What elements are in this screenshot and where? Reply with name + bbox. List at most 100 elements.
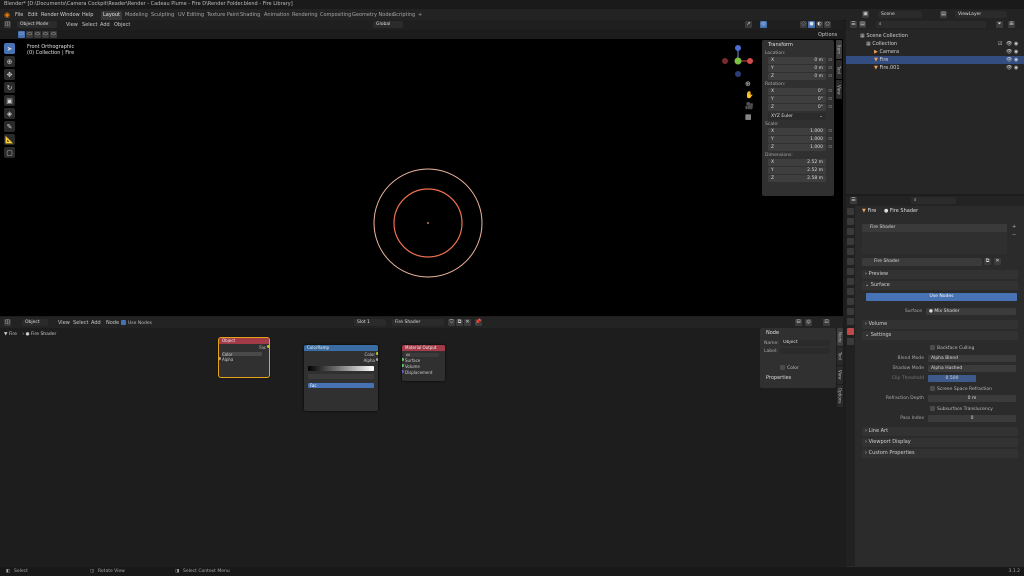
screen-space-refraction-checkbox[interactable]: Screen Space Refraction <box>930 386 992 392</box>
fire-object-wireframe[interactable] <box>0 39 843 316</box>
object-tab-icon[interactable] <box>847 268 854 275</box>
annotate-tool-icon[interactable]: ✎ <box>4 121 15 132</box>
move-tool-icon[interactable]: ✥ <box>4 69 15 80</box>
eye-icon[interactable]: 👁 <box>1006 40 1012 48</box>
viewport-menu-view[interactable]: View <box>66 22 78 28</box>
scale-y-field[interactable]: Y 1.000 ⊡ <box>768 136 832 143</box>
socket[interactable] <box>219 357 221 360</box>
sidebar-tab-view[interactable]: View <box>836 80 842 99</box>
refraction-depth-field[interactable]: 0 m <box>928 395 1016 402</box>
socket[interactable] <box>402 364 404 367</box>
constraints-tab-icon[interactable] <box>847 308 854 315</box>
pass-index-field[interactable]: 0 <box>928 415 1016 422</box>
select-tool-icon[interactable]: ➤ <box>4 43 15 54</box>
node-material-selector[interactable]: Fire Shader <box>392 319 444 326</box>
camera-icon[interactable]: ◉ <box>1014 56 1018 64</box>
dimensions-z-field[interactable]: Z 2.58 m <box>768 175 826 182</box>
outliner-row-fire[interactable]: ▼ Fire 👁 ◉ <box>846 56 1024 64</box>
select-subtract-icon[interactable]: ▭ <box>34 31 41 38</box>
data-tab-icon[interactable] <box>847 318 854 325</box>
transform-tool-icon[interactable]: ◈ <box>4 108 15 119</box>
fac-slider[interactable]: Fac <box>308 383 374 388</box>
section-settings[interactable]: ⌄ Settings <box>862 331 1018 340</box>
tool-tab-icon[interactable] <box>847 208 854 215</box>
eye-icon[interactable]: 👁 <box>1006 48 1012 56</box>
tab-animation[interactable]: Animation <box>262 11 292 20</box>
transform-orientation-selector[interactable]: Global <box>373 21 403 28</box>
lock-icon[interactable]: ⊡ <box>828 65 832 72</box>
color-ramp-gradient[interactable] <box>308 366 374 371</box>
shadow-mode-selector[interactable]: Alpha Hashed <box>928 365 1016 372</box>
tab-modeling[interactable]: Modeling <box>123 11 150 20</box>
location-x-field[interactable]: X0 m ⊡ <box>768 57 832 64</box>
dimensions-y-field[interactable]: Y 2.52 m <box>768 167 826 174</box>
properties-editor-type-icon[interactable]: ☰ <box>850 197 857 204</box>
editor-type-icon[interactable]: ◫ <box>4 21 11 28</box>
node-editor-canvas[interactable]: ▼ Fire › ● Fire Shader Object Fac Color … <box>0 328 758 568</box>
sidebar-tab-item[interactable]: Item <box>836 40 842 59</box>
camera-icon[interactable]: ◉ <box>1014 64 1018 72</box>
remove-slot-icon[interactable]: − <box>1012 232 1016 238</box>
scene-tab-icon[interactable] <box>847 248 854 255</box>
lock-icon[interactable]: ⊡ <box>828 57 832 64</box>
section-line-art[interactable]: › Line Art <box>862 427 1018 436</box>
duplicate-icon[interactable]: ⧉ <box>456 319 463 326</box>
3d-viewport[interactable]: Front Orthographic (0) Collection | Fire <box>0 39 843 316</box>
camera-icon[interactable]: ◉ <box>1014 40 1018 48</box>
outliner-row-camera[interactable]: ▶ Camera 👁 ◉ <box>846 48 1024 56</box>
add-cube-tool-icon[interactable]: ▢ <box>4 147 15 158</box>
node-tab-tool[interactable]: Tool <box>837 347 843 365</box>
physics-tab-icon[interactable] <box>847 298 854 305</box>
rotation-y-field[interactable]: Y 0° ⊡ <box>768 96 832 103</box>
lock-icon[interactable]: ⊡ <box>828 96 832 103</box>
node-menu-node[interactable]: Node <box>106 320 119 326</box>
view-layer-tab-icon[interactable] <box>847 238 854 245</box>
lock-icon[interactable]: ⊡ <box>828 104 832 111</box>
filter-icon[interactable]: ⏷ <box>996 21 1003 28</box>
dimensions-x-field[interactable]: X 2.52 m <box>768 159 826 166</box>
mode-selector[interactable]: Object Mode <box>17 21 57 28</box>
navigation-gizmo[interactable] <box>720 42 760 82</box>
outliner-search-input[interactable]: ⌕ <box>876 21 986 28</box>
node-properties-title[interactable]: Properties <box>766 375 791 381</box>
ramp-stop-field[interactable] <box>308 374 374 379</box>
overlay-icon[interactable]: ◎ <box>805 319 812 326</box>
tab-scripting[interactable]: Scripting <box>391 11 417 20</box>
shading-rendered-icon[interactable]: ○ <box>824 21 831 28</box>
node-label-field[interactable] <box>780 348 830 354</box>
rotate-tool-icon[interactable]: ↻ <box>4 82 15 93</box>
add-workspace-button[interactable]: + <box>416 11 424 20</box>
section-surface[interactable]: ⌄ Surface <box>862 281 1018 290</box>
outliner-editor-type-icon[interactable]: ☰ <box>850 21 857 28</box>
scene-selector[interactable]: Scene <box>878 11 922 18</box>
node-menu-select[interactable]: Select <box>73 320 88 326</box>
tab-geometry-nodes[interactable]: Geometry Nodes <box>350 11 396 20</box>
socket[interactable] <box>402 370 404 373</box>
camera-icon[interactable]: ◉ <box>1014 48 1018 56</box>
socket[interactable] <box>376 358 378 361</box>
unlink-material-icon[interactable]: ✕ <box>994 258 1001 265</box>
backface-culling-checkbox[interactable]: Backface Culling <box>930 345 974 351</box>
snap-icon[interactable]: ⊟ <box>795 319 802 326</box>
lock-icon[interactable]: ⊡ <box>828 128 832 135</box>
rotation-z-field[interactable]: Z 0° ⊡ <box>768 104 832 111</box>
transform-title[interactable]: Transform <box>762 40 834 50</box>
node-color-ramp[interactable]: ColorRamp Color Alpha Fac <box>304 345 378 411</box>
fake-user-icon[interactable]: ⛉ <box>448 319 455 326</box>
node-color-checkbox[interactable]: Color <box>780 365 799 371</box>
unlink-icon[interactable]: ✕ <box>464 319 471 326</box>
duplicate-material-icon[interactable]: ⧉ <box>984 258 991 265</box>
cursor-tool-icon[interactable]: ⊕ <box>4 56 15 67</box>
view-layer-selector[interactable]: ViewLayer <box>955 11 1007 18</box>
properties-search-input[interactable]: ⌕ <box>911 197 956 204</box>
tab-sculpting[interactable]: Sculpting <box>149 11 176 20</box>
add-slot-icon[interactable]: + <box>1012 224 1016 230</box>
zoom-icon[interactable]: ⊕ <box>745 79 753 90</box>
rotation-x-field[interactable]: X 0° ⊡ <box>768 88 832 95</box>
lock-icon[interactable]: ⊡ <box>828 73 832 80</box>
socket[interactable] <box>267 345 269 348</box>
particles-tab-icon[interactable] <box>847 288 854 295</box>
tab-rendering[interactable]: Rendering <box>290 11 320 20</box>
node-panel-title[interactable]: Node <box>760 328 836 338</box>
scale-tool-icon[interactable]: ▣ <box>4 95 15 106</box>
